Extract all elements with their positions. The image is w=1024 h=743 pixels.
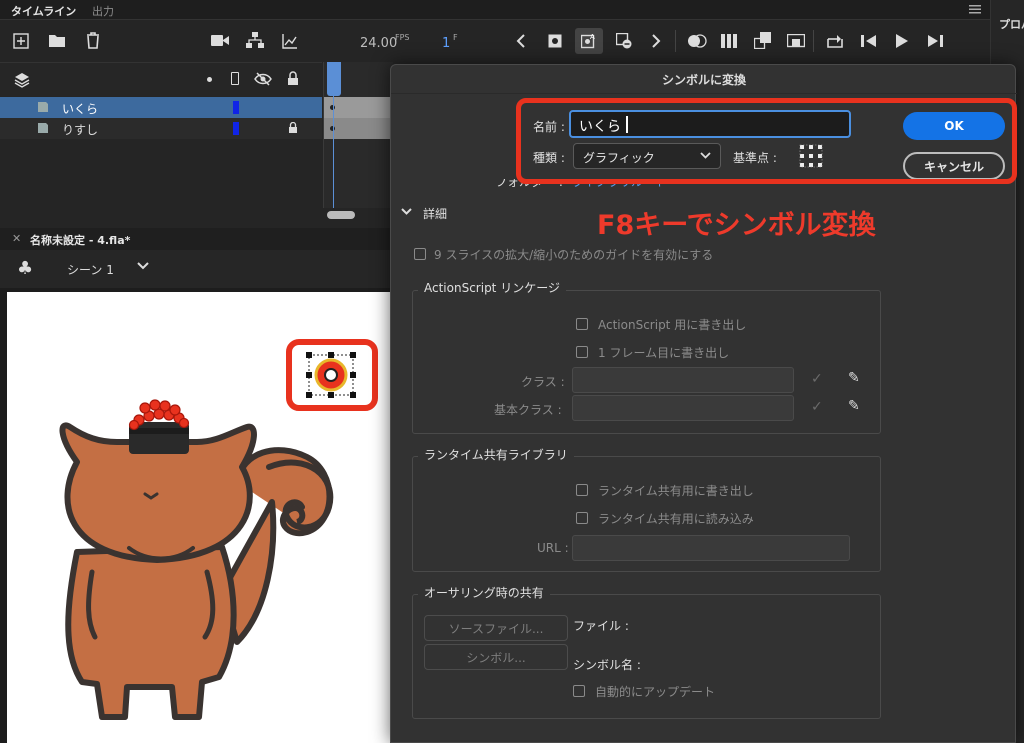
camera-icon[interactable] bbox=[211, 34, 229, 47]
chevron-right-icon[interactable] bbox=[651, 34, 661, 48]
squirrel-sushi-illustration bbox=[59, 339, 378, 720]
step-forward-icon[interactable] bbox=[927, 34, 943, 48]
layer-name[interactable]: りすし bbox=[62, 121, 98, 138]
runtime-import-checkbox[interactable] bbox=[576, 512, 588, 524]
layer-color-swatch[interactable] bbox=[233, 101, 239, 114]
frame-grid[interactable] bbox=[323, 62, 394, 208]
details-toggle[interactable]: 詳細 bbox=[423, 205, 447, 222]
auto-update-label: 自動的にアップデート bbox=[595, 685, 716, 699]
loop-icon[interactable] bbox=[826, 33, 844, 49]
graph-icon[interactable] bbox=[282, 33, 298, 49]
insert-keyframe-icon[interactable] bbox=[548, 34, 562, 48]
as-export-checkbox[interactable] bbox=[576, 318, 588, 330]
trash-icon[interactable] bbox=[85, 32, 101, 49]
convert-to-symbol-dialog: シンボルに変換 名前 : いくら 種類 : グラフィック 基準点 : フォルダー… bbox=[390, 64, 1017, 743]
play-icon[interactable] bbox=[895, 33, 909, 49]
runtime-export-label: ランタイム共有用に書き出し bbox=[598, 484, 754, 498]
runtime-export-checkbox[interactable] bbox=[576, 484, 588, 496]
runtime-legend: ランタイム共有ライブラリ bbox=[418, 446, 574, 463]
layers-icon[interactable] bbox=[14, 72, 30, 88]
dialog-title: シンボルに変換 bbox=[661, 73, 746, 87]
edit-bar: ♣ シーン 1 bbox=[0, 250, 390, 288]
nine-slice-label: 9 スライスの拡大/縮小のためのガイドを有効にする bbox=[434, 248, 714, 262]
tab-output[interactable]: 出力 bbox=[92, 3, 114, 19]
eye-hidden-icon[interactable] bbox=[254, 72, 272, 86]
source-file-button[interactable]: ソースファイル... bbox=[424, 615, 568, 641]
timeline-scrollbar[interactable] bbox=[327, 211, 355, 219]
fps-unit: FPS bbox=[395, 33, 410, 42]
layer-parenting-icon[interactable] bbox=[246, 32, 264, 49]
timeline-tab-bar: タイムライン 出力 bbox=[0, 0, 990, 20]
frame-value[interactable]: 1 bbox=[442, 36, 450, 51]
chevron-left-icon[interactable] bbox=[516, 34, 526, 48]
symbol-name-label: シンボル名 : bbox=[573, 658, 641, 672]
actionscript-legend: ActionScript リンケージ bbox=[418, 279, 566, 296]
lock-icon[interactable] bbox=[287, 71, 299, 86]
auto-keyframe-icon[interactable]: A bbox=[581, 32, 597, 49]
annotation-text: F8キーでシンボル変換 bbox=[597, 210, 876, 241]
new-layer-icon[interactable] bbox=[13, 33, 29, 49]
scene-name[interactable]: シーン 1 bbox=[67, 261, 114, 278]
highlight-box bbox=[516, 98, 1017, 184]
layer-lock-icon[interactable] bbox=[288, 122, 298, 134]
dialog-title-divider bbox=[391, 93, 1017, 94]
folder-icon[interactable] bbox=[48, 33, 66, 48]
layer-icon bbox=[37, 101, 49, 113]
playhead-line bbox=[333, 96, 334, 208]
runtime-import-label: ランタイム共有用に読み込み bbox=[598, 512, 754, 526]
class-check-icon[interactable]: ✓ bbox=[811, 371, 823, 387]
layer-row-ikura[interactable]: いくら bbox=[0, 97, 322, 118]
fps-value[interactable]: 24.00 bbox=[360, 36, 397, 51]
as-export-label: ActionScript 用に書き出し bbox=[598, 318, 747, 332]
chevron-down-icon[interactable] bbox=[137, 262, 149, 270]
stage[interactable] bbox=[7, 292, 392, 743]
url-input[interactable] bbox=[572, 535, 850, 561]
onion-skin-icon[interactable] bbox=[687, 33, 707, 49]
frame-unit: F bbox=[453, 33, 458, 42]
symbol-button[interactable]: シンボル... bbox=[424, 644, 568, 670]
authoring-legend: オーサリング時の共有 bbox=[418, 584, 550, 601]
step-back-icon[interactable] bbox=[861, 34, 877, 48]
class-edit-pencil-icon[interactable]: ✎ bbox=[848, 370, 860, 386]
toolbar-divider-2 bbox=[813, 30, 814, 52]
svg-text:A: A bbox=[590, 33, 595, 41]
base-class-label: 基本クラス : bbox=[494, 403, 562, 417]
first-frame-checkbox[interactable] bbox=[576, 346, 588, 358]
layer-header bbox=[0, 62, 322, 96]
chevron-down-icon[interactable] bbox=[401, 208, 412, 216]
remove-keyframe-icon[interactable] bbox=[616, 33, 632, 49]
document-tab-title[interactable]: 名称未設定 - 4.fla* bbox=[30, 232, 130, 248]
properties-tab[interactable]: プロパ bbox=[999, 16, 1024, 32]
frame-tool-icon[interactable] bbox=[787, 34, 805, 48]
edit-multiple-frames-icon[interactable] bbox=[721, 33, 739, 49]
url-label: URL : bbox=[537, 541, 569, 555]
tab-timeline[interactable]: タイムライン bbox=[11, 3, 76, 19]
nine-slice-checkbox[interactable] bbox=[414, 248, 426, 260]
playhead[interactable] bbox=[327, 62, 341, 96]
base-class-check-icon[interactable]: ✓ bbox=[811, 399, 823, 415]
first-frame-label: 1 フレーム目に書き出し bbox=[598, 346, 730, 360]
layer-icon bbox=[37, 122, 49, 134]
base-class-input[interactable] bbox=[572, 395, 794, 421]
class-label: クラス : bbox=[521, 375, 565, 389]
toolbar-divider bbox=[675, 30, 676, 52]
paste-frames-icon[interactable] bbox=[754, 32, 772, 49]
auto-update-checkbox[interactable] bbox=[573, 685, 585, 697]
class-input[interactable] bbox=[572, 367, 794, 393]
panel-menu-icon[interactable] bbox=[968, 3, 982, 15]
layer-row-risushi[interactable]: りすし bbox=[0, 118, 322, 139]
close-tab-icon[interactable]: ✕ bbox=[12, 232, 21, 245]
base-class-edit-pencil-icon[interactable]: ✎ bbox=[848, 398, 860, 414]
file-label: ファイル : bbox=[573, 619, 629, 633]
layer-name[interactable]: いくら bbox=[62, 100, 98, 117]
layer-color-swatch[interactable] bbox=[233, 122, 239, 135]
document-tab-bar: ✕ 名称未設定 - 4.fla* bbox=[0, 228, 390, 250]
scene-icon[interactable]: ♣ bbox=[17, 258, 33, 279]
outline-toggle-icon[interactable] bbox=[231, 72, 239, 85]
highlight-dot-icon[interactable] bbox=[207, 77, 212, 82]
